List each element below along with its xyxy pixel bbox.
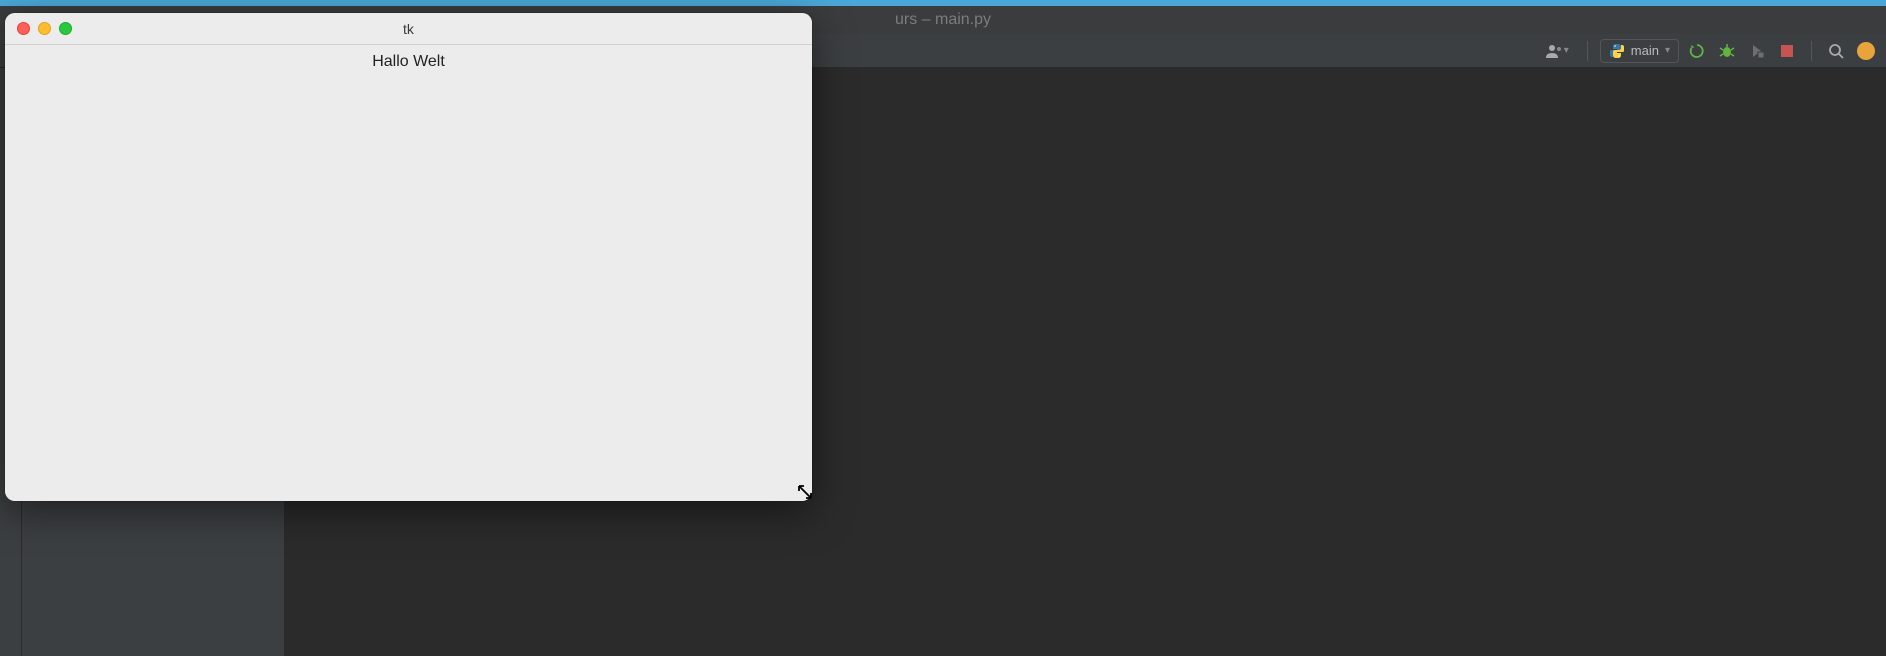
ide-title: urs – main.py: [895, 11, 991, 29]
maximize-button[interactable]: [59, 22, 72, 35]
divider: [1587, 41, 1588, 61]
rerun-button[interactable]: [1685, 39, 1709, 63]
python-icon: [1609, 43, 1625, 59]
tk-window-body: Hallo Welt: [5, 45, 812, 501]
window-title: tk: [5, 21, 812, 37]
tk-label: Hallo Welt: [5, 45, 812, 71]
traffic-lights: [5, 22, 72, 35]
avatar-icon: [1857, 42, 1875, 60]
minimize-button[interactable]: [38, 22, 51, 35]
run-configuration-selector[interactable]: main ▾: [1600, 39, 1679, 63]
user-avatar[interactable]: [1854, 39, 1878, 63]
run-config-label: main: [1631, 43, 1659, 58]
run-coverage-button[interactable]: [1745, 39, 1769, 63]
divider: [1811, 41, 1812, 61]
stop-button[interactable]: [1775, 39, 1799, 63]
collaborators-icon[interactable]: ▾: [1540, 43, 1575, 59]
debug-button[interactable]: [1715, 39, 1739, 63]
chevron-down-icon: ▾: [1564, 45, 1569, 56]
close-button[interactable]: [17, 22, 30, 35]
tk-app-window[interactable]: tk Hallo Welt: [5, 13, 812, 501]
chevron-down-icon: ▾: [1665, 45, 1670, 56]
search-everywhere-button[interactable]: [1824, 39, 1848, 63]
tk-titlebar[interactable]: tk: [5, 13, 812, 45]
